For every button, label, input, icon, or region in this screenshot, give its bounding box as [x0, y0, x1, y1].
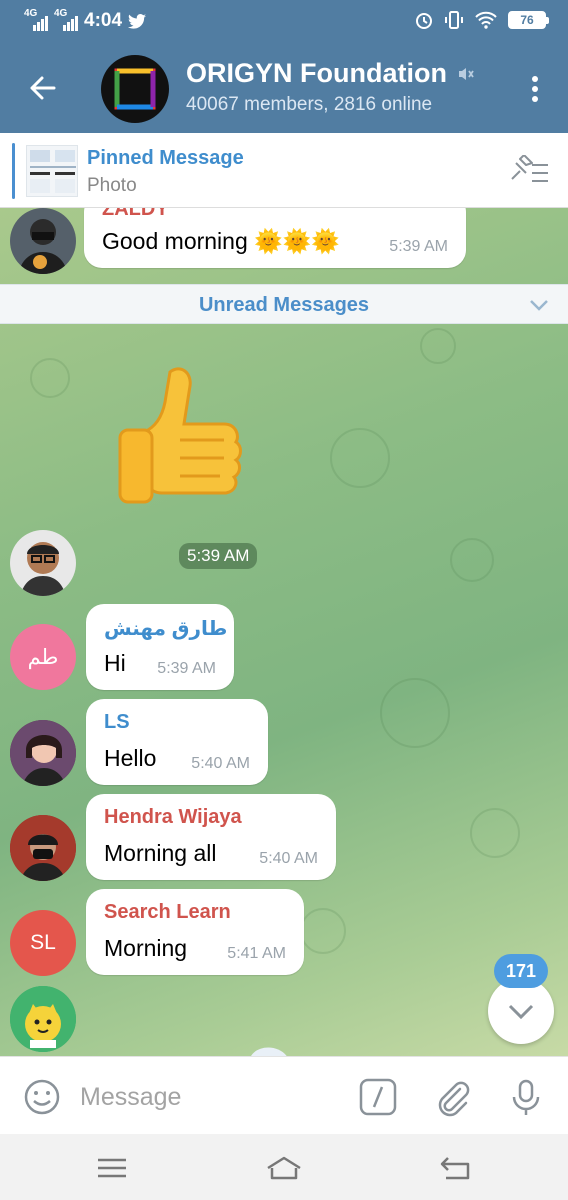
bot-command-icon[interactable] [358, 1077, 398, 1117]
mute-icon [458, 67, 474, 80]
alarm-icon [416, 13, 432, 29]
chevron-down-icon[interactable] [528, 295, 550, 315]
chevron-down-icon [508, 1004, 534, 1020]
message-bubble[interactable]: Hendra Wijaya Morning all 5:40 AM [86, 794, 336, 880]
message-text: Hi [104, 650, 126, 676]
group-subtitle: 40067 members, 2816 online [186, 94, 433, 115]
message-time: 5:40 AM [191, 755, 250, 772]
message-text: Morning [104, 935, 188, 961]
message-input[interactable]: Message [80, 1083, 181, 1112]
pinned-title: Pinned Message [87, 147, 244, 169]
sticker-partial [251, 1047, 287, 1056]
message-text: Good morning 🌞🌞🌞 [102, 228, 341, 254]
message-bubble[interactable]: Search Learn Morning 5:41 AM [86, 889, 304, 975]
message-sender: ZALDY [102, 208, 169, 220]
pinned-subtitle: Photo [87, 175, 137, 196]
pinned-indicator [12, 143, 15, 199]
menu-dots-icon[interactable] [530, 74, 540, 104]
battery-icon: 76 [508, 11, 549, 29]
status-bar: 4G 4G 4:04 76 [0, 0, 568, 44]
message-sender: طارق مهنش [104, 618, 228, 640]
group-title[interactable]: ORIGYN Foundation [186, 58, 475, 89]
nav-menu-icon[interactable] [92, 1154, 132, 1182]
pinned-message-bar[interactable]: Pinned Message Photo [0, 133, 568, 208]
mic-icon[interactable] [506, 1077, 546, 1117]
avatar[interactable] [10, 530, 76, 596]
pinned-thumbnail [26, 145, 78, 197]
attach-icon[interactable] [432, 1077, 472, 1117]
message-time: 5:39 AM [389, 238, 448, 255]
avatar[interactable] [10, 986, 76, 1052]
unpin-icon[interactable] [508, 155, 550, 187]
chat-header: ORIGYN Foundation 40067 members, 2816 on… [0, 44, 568, 133]
chat-area[interactable]: ZALDY Good morning 🌞🌞🌞 5:39 AM Unread Me… [0, 208, 568, 1056]
message-text: Morning all [104, 840, 217, 866]
message-bubble[interactable]: ZALDY Good morning 🌞🌞🌞 5:39 AM [84, 208, 466, 268]
clock: 4:04 [84, 10, 123, 31]
group-avatar[interactable] [101, 55, 169, 123]
avatar[interactable]: طم [10, 624, 76, 690]
message-bubble[interactable]: LS Hello 5:40 AM [86, 699, 268, 785]
vibrate-icon [445, 11, 463, 29]
message-sender: Search Learn [104, 901, 231, 923]
nav-back-icon[interactable] [436, 1154, 476, 1182]
avatar[interactable] [10, 208, 76, 274]
avatar[interactable] [10, 815, 76, 881]
message-time: 5:40 AM [259, 850, 318, 867]
unread-messages-divider: Unread Messages [0, 284, 568, 324]
avatar[interactable] [10, 720, 76, 786]
signal-icon: 4G [24, 8, 48, 31]
thumbs-up-sticker[interactable] [110, 360, 260, 515]
message-bubble[interactable]: طارق مهنش Hi 5:39 AM [86, 604, 234, 690]
wifi-icon [475, 11, 497, 29]
unread-count-badge: 171 [494, 954, 548, 988]
emoji-icon[interactable] [22, 1077, 62, 1117]
message-input-bar: Message [0, 1056, 568, 1134]
avatar[interactable]: SL [10, 910, 76, 976]
message-time: 5:39 AM [157, 660, 216, 677]
sticker-time: 5:39 AM [179, 543, 258, 569]
back-arrow-icon[interactable] [24, 70, 60, 106]
message-text: Hello [104, 745, 157, 771]
nav-home-icon[interactable] [264, 1154, 304, 1182]
system-nav-bar [0, 1134, 568, 1200]
message-sender: Hendra Wijaya [104, 806, 242, 828]
twitter-icon [128, 13, 147, 29]
message-time: 5:41 AM [227, 945, 286, 962]
signal-icon-2: 4G [54, 8, 78, 31]
message-sender: LS [104, 711, 130, 733]
